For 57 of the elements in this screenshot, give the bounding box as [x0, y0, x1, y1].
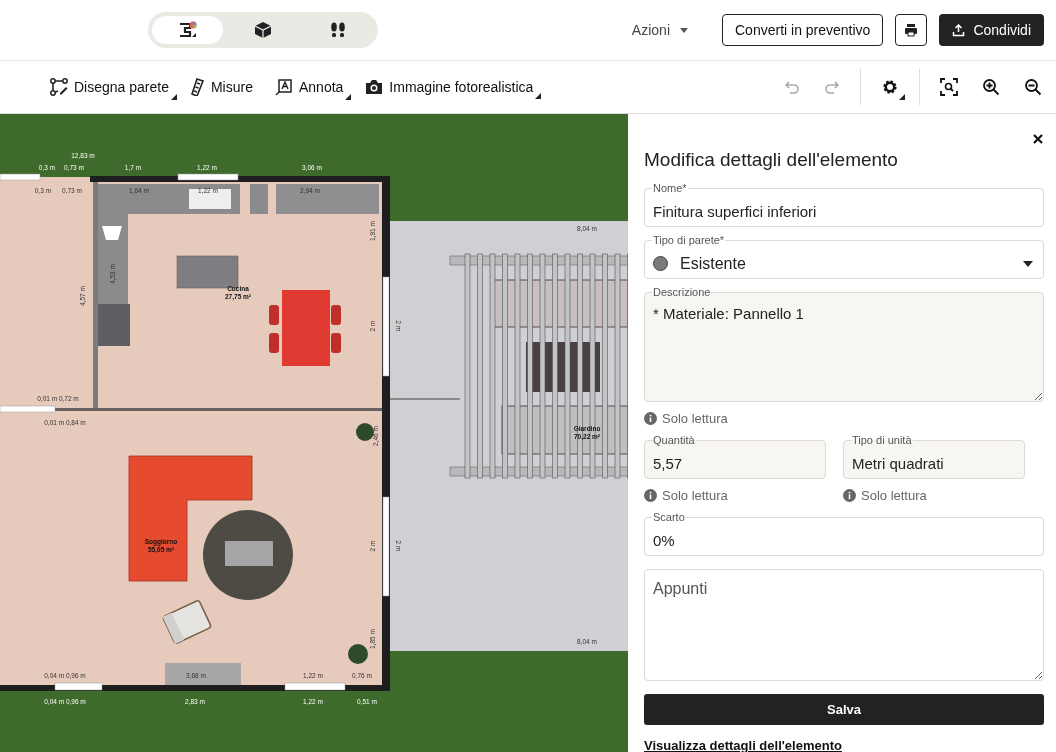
draw-wall-button[interactable]: Disegna parete: [50, 74, 175, 100]
field-label: Tipo di parete*: [652, 234, 726, 246]
actions-menu[interactable]: Azioni: [625, 21, 694, 39]
window: [177, 173, 239, 181]
coffee-table: [225, 541, 273, 566]
polyline-icon: [50, 78, 68, 96]
submenu-corner-icon: [899, 94, 905, 100]
window: [0, 405, 56, 413]
read-only-note: Solo lettura: [861, 488, 927, 503]
annotate-button[interactable]: Annota: [274, 74, 350, 100]
photo-render-button[interactable]: Immagine fotorealistica: [365, 75, 540, 99]
footprints-icon: [329, 21, 348, 39]
zoom-fit-icon: [940, 78, 958, 96]
window: [284, 682, 346, 691]
leader-line: [389, 398, 461, 400]
undo-icon: [784, 79, 800, 95]
redo-icon: [824, 79, 840, 95]
panel-title: Modifica dettagli dell'elemento: [644, 149, 899, 171]
save-button[interactable]: Salva: [644, 694, 1044, 725]
floor-plan-canvas[interactable]: [0, 114, 628, 752]
submenu-corner-icon: [170, 94, 177, 100]
close-icon: [1033, 134, 1043, 144]
zoom-out-icon: [1024, 78, 1042, 96]
printer-icon: [904, 23, 919, 37]
measure-button[interactable]: Misure: [190, 74, 259, 100]
cube-icon: [254, 21, 272, 39]
field-label: Tipo di unità: [851, 434, 913, 446]
info-icon: [644, 412, 657, 425]
info-icon: [644, 489, 657, 502]
share-button[interactable]: Condividi: [939, 14, 1044, 46]
gear-icon: [881, 78, 899, 96]
2d-view-tab[interactable]: [152, 16, 224, 44]
camera-icon: [365, 79, 384, 95]
read-only-note: Solo lettura: [662, 411, 728, 426]
read-only-note: Solo lettura: [662, 488, 728, 503]
view-details-link[interactable]: Visualizza dettagli dell'elemento: [644, 738, 842, 752]
field-label: Scarto: [652, 511, 686, 523]
window: [0, 173, 41, 181]
text-box-icon: [274, 78, 293, 96]
caret-icon: [680, 27, 688, 33]
convert-to-quote-button[interactable]: Converti in preventivo: [722, 14, 884, 46]
plant: [348, 644, 368, 664]
caret-icon: [1023, 260, 1033, 267]
info-icon: [843, 489, 856, 502]
zoom-in-icon: [982, 78, 1000, 96]
print-button[interactable]: [895, 14, 928, 46]
submenu-corner-icon: [535, 93, 542, 99]
ruler-icon: [190, 78, 205, 96]
field-label: Nome*: [652, 182, 688, 194]
window: [54, 682, 103, 691]
field-label: Descrizione: [652, 286, 712, 298]
field-label: Quantità: [652, 434, 696, 446]
plant: [356, 423, 374, 441]
submenu-corner-icon: [345, 94, 352, 100]
close-button[interactable]: [1032, 133, 1044, 145]
notes-field[interactable]: Appunti: [644, 569, 1044, 681]
upload-icon: [952, 23, 966, 37]
